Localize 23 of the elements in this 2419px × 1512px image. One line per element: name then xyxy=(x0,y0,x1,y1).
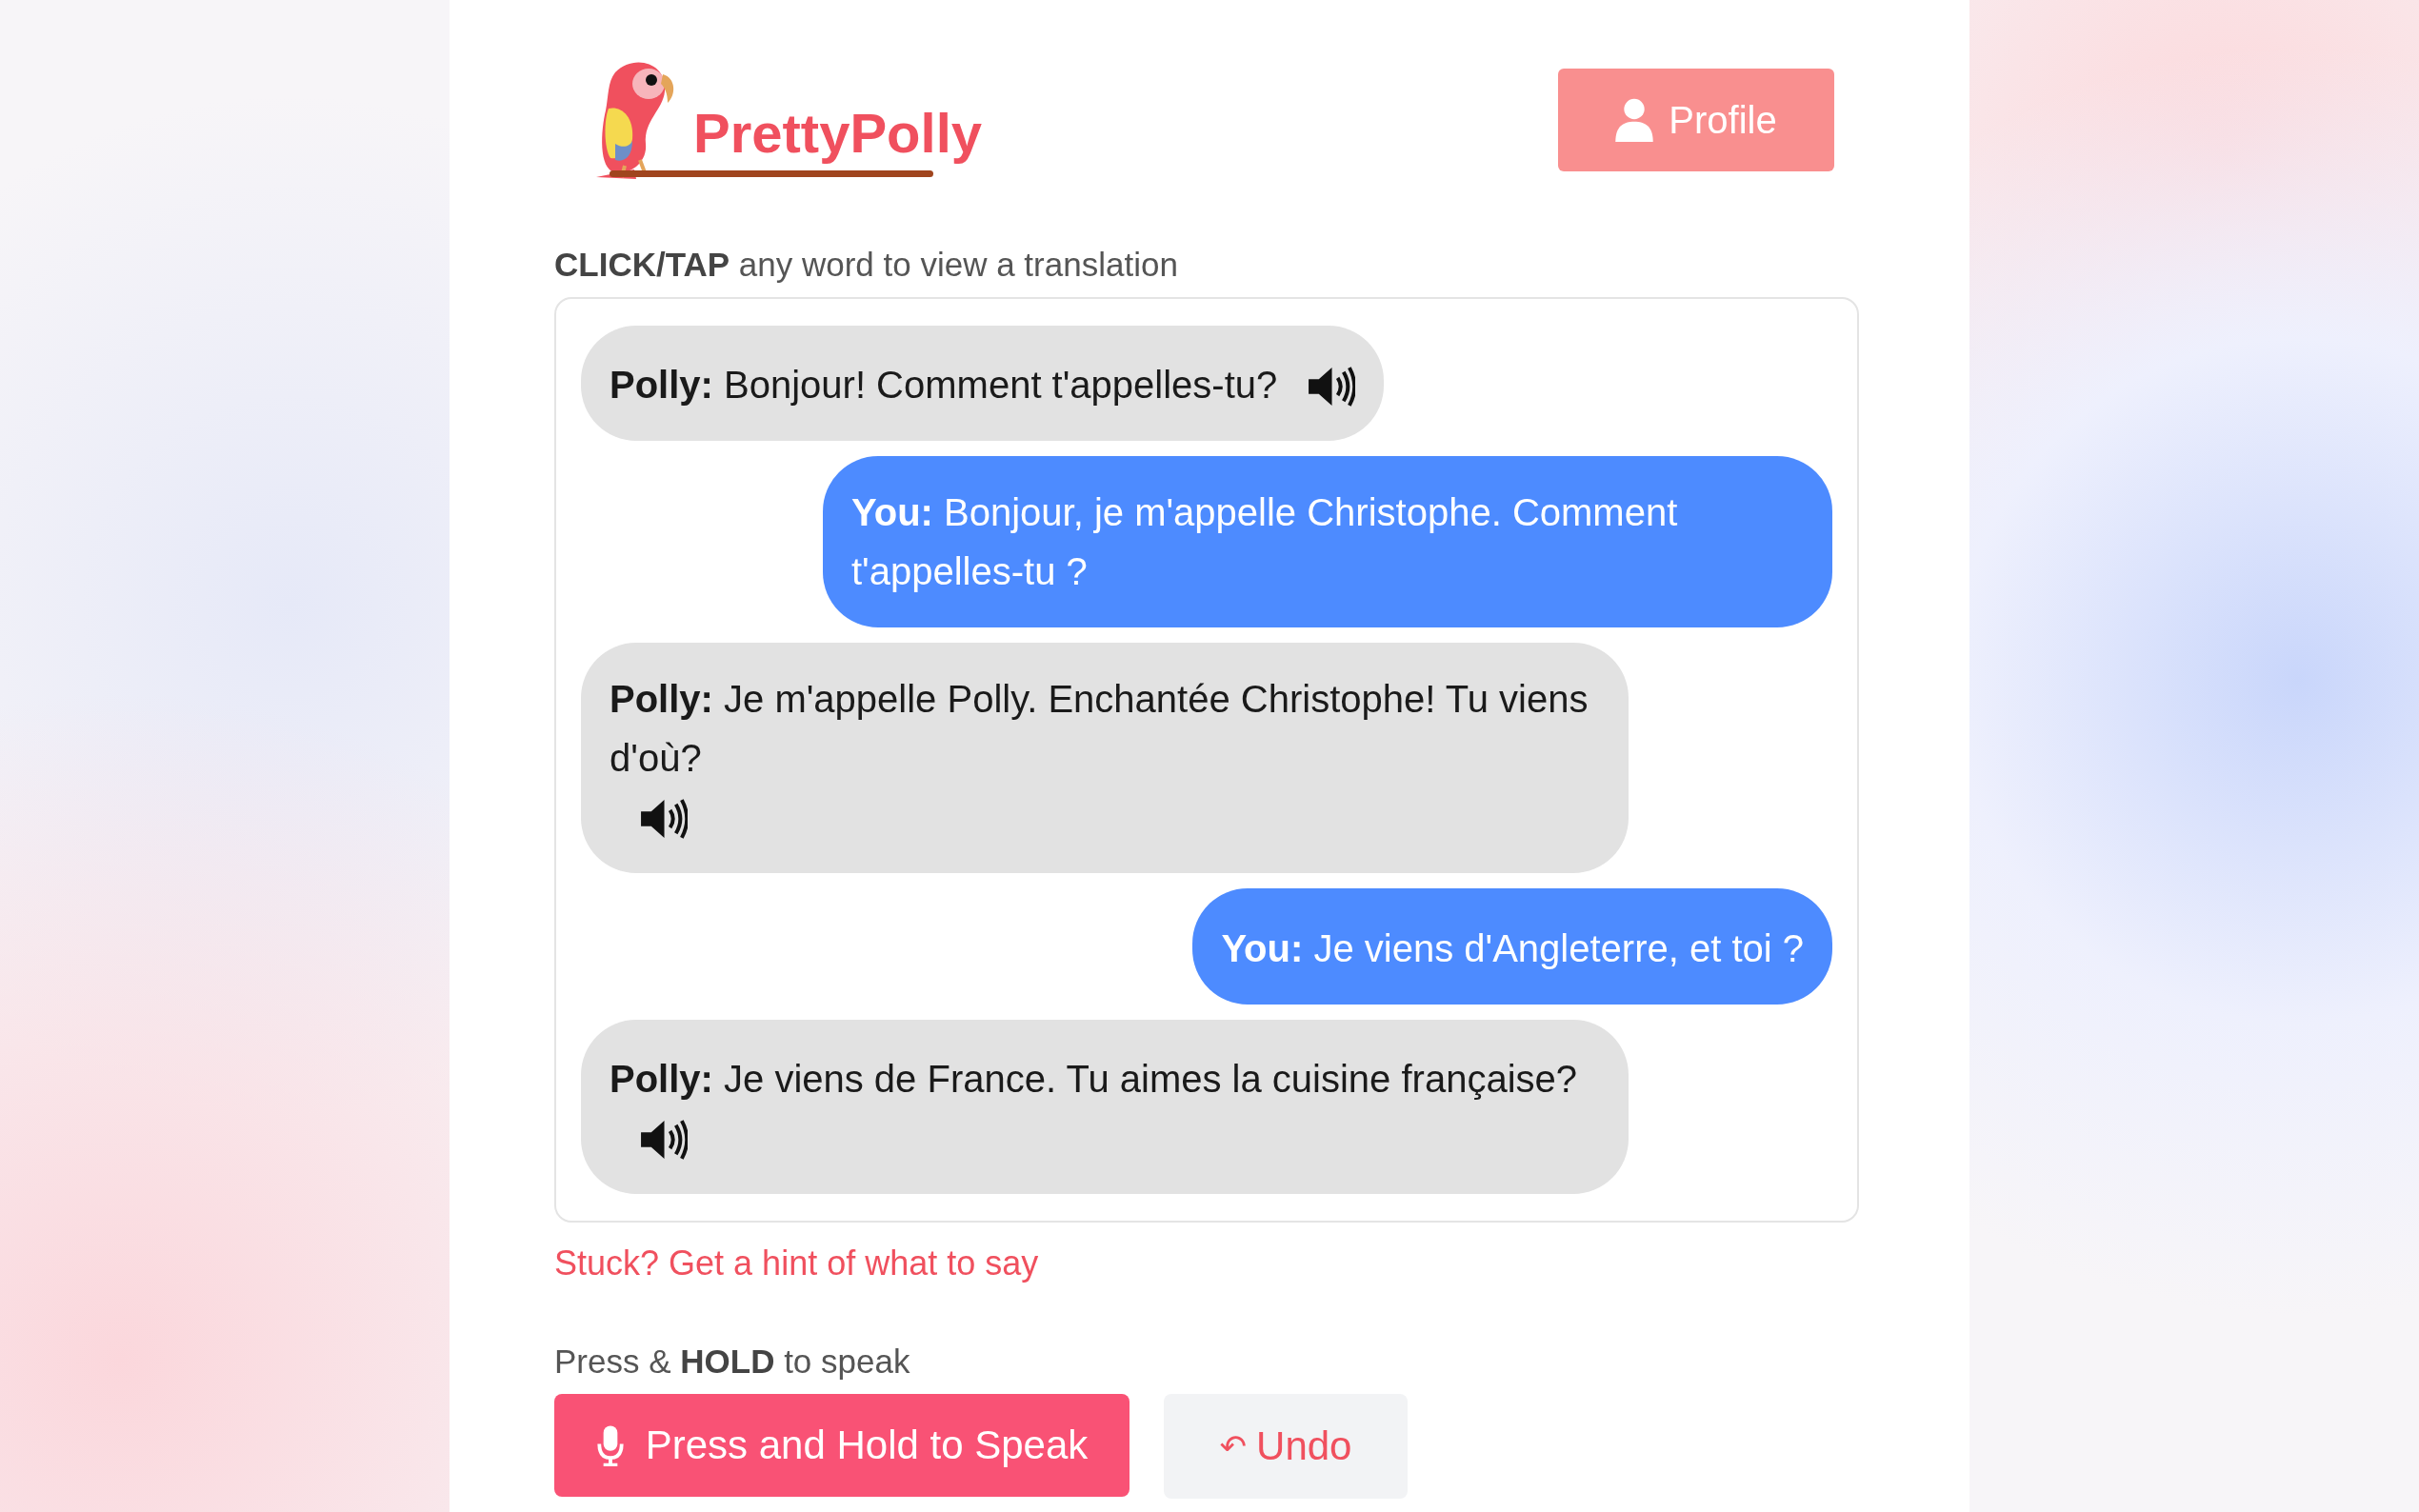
brand-name: PrettyPolly xyxy=(692,101,982,165)
undo-button[interactable]: ↶ Undo xyxy=(1164,1394,1408,1500)
instruction-text: CLICK/TAP any word to view a translation xyxy=(554,246,1179,284)
user-icon xyxy=(1615,98,1654,142)
polly-message[interactable]: Polly: Bonjour! Comment t'appelles-tu? xyxy=(581,326,1385,442)
speak-instruction: Press & HOLD to speak xyxy=(554,1343,911,1382)
message-text[interactable]: You: Je viens d'Angleterre, et toi ? xyxy=(1221,918,1804,978)
polly-message[interactable]: Polly: Je viens de France. Tu aimes la cuisine française? xyxy=(581,1019,1629,1195)
message-text[interactable]: Polly: Je m'appelle Polly. Enchantée Christophe! Tu viens d'où? xyxy=(610,669,1600,788)
speaker-icon[interactable] xyxy=(638,1118,688,1163)
speak-button[interactable]: Press and Hold to Speak xyxy=(554,1394,1130,1498)
message-text[interactable]: Polly: Je viens de France. Tu aimes la cuisine française? xyxy=(610,1049,1577,1109)
undo-icon: ↶ xyxy=(1219,1427,1248,1466)
microphone-icon xyxy=(595,1424,625,1467)
speaker-icon[interactable] xyxy=(1306,365,1356,409)
polly-message[interactable]: Polly: Je m'appelle Polly. Enchantée Christophe! Tu viens d'où? xyxy=(581,643,1629,874)
profile-button[interactable]: Profile xyxy=(1558,69,1834,171)
hint-link[interactable]: Stuck? Get a hint of what to say xyxy=(554,1243,1039,1284)
user-message[interactable]: You: Bonjour, je m'appelle Christophe. Comment t'appelles-tu ? xyxy=(823,456,1832,628)
user-message[interactable]: You: Je viens d'Angleterre, et toi ? xyxy=(1192,888,1832,1005)
message-text[interactable]: Polly: Bonjour! Comment t'appelles-tu? xyxy=(610,355,1278,415)
message-text[interactable]: You: Bonjour, je m'appelle Christophe. Comment t'appelles-tu ? xyxy=(851,483,1804,602)
speaker-icon[interactable] xyxy=(638,797,688,842)
